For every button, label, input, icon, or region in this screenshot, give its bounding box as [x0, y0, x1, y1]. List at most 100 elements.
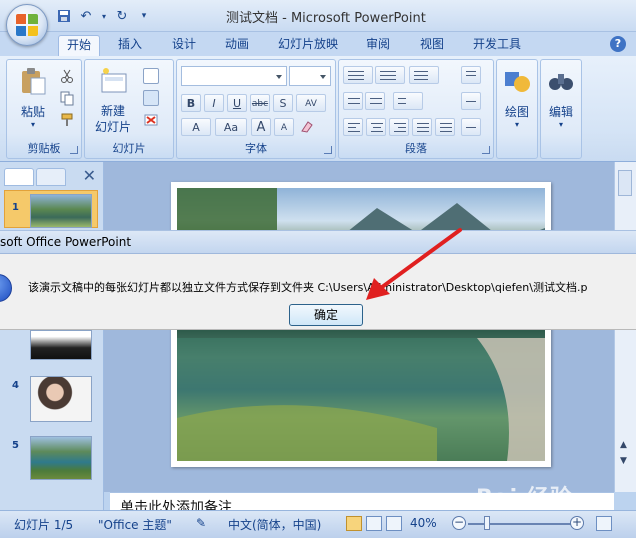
- character-spacing-button[interactable]: AV: [296, 94, 326, 112]
- thumbnail-slide-4[interactable]: [30, 376, 92, 422]
- pane-tabs: ✕: [4, 166, 100, 186]
- ok-button[interactable]: 确定: [289, 304, 363, 326]
- tab-review[interactable]: 审阅: [358, 35, 398, 56]
- reset-icon[interactable]: [143, 90, 159, 106]
- layout-icon[interactable]: [143, 68, 159, 84]
- strikethrough-button[interactable]: abc: [250, 94, 270, 112]
- scroll-thumb[interactable]: [618, 170, 632, 196]
- info-icon: [0, 274, 12, 302]
- previous-slide-icon[interactable]: ▲: [620, 440, 627, 450]
- underline-button[interactable]: U: [227, 94, 247, 112]
- shadow-button[interactable]: S: [273, 94, 293, 112]
- smartart-button[interactable]: [461, 118, 481, 136]
- dialog-title: soft Office PowerPoint: [0, 235, 132, 249]
- customize-icon[interactable]: ▾: [136, 8, 152, 24]
- editing-group: 编辑 ▾: [540, 59, 582, 159]
- editing-button[interactable]: 编辑 ▾: [541, 66, 581, 129]
- drawing-button[interactable]: 绘图 ▾: [497, 66, 537, 129]
- outline-tab[interactable]: [36, 168, 66, 186]
- shapes-icon: [505, 72, 530, 92]
- next-slide-icon[interactable]: ▼: [620, 456, 627, 466]
- paragraph-launcher-icon[interactable]: [482, 146, 490, 154]
- binoculars-icon: [549, 74, 573, 90]
- distribute-button[interactable]: [435, 118, 455, 136]
- paste-label: 粘贴: [20, 105, 45, 119]
- new-slide-button[interactable]: 新建 幻灯片: [89, 66, 137, 135]
- clear-formatting-icon[interactable]: [299, 119, 315, 135]
- save-icon[interactable]: [56, 8, 72, 24]
- bold-button[interactable]: B: [181, 94, 201, 112]
- zoom-out-icon[interactable]: −: [452, 516, 466, 530]
- tab-home[interactable]: 开始: [58, 35, 100, 56]
- line-spacing-button[interactable]: [409, 66, 439, 84]
- undo-icon[interactable]: ↶: [78, 8, 94, 24]
- tab-insert[interactable]: 插入: [110, 35, 150, 56]
- italic-button[interactable]: I: [204, 94, 224, 112]
- align-center-button[interactable]: [366, 118, 386, 136]
- redo-icon[interactable]: ↻: [114, 8, 130, 24]
- tab-view[interactable]: 视图: [412, 35, 452, 56]
- thumbnail-slide-1[interactable]: [30, 194, 92, 228]
- thumbnail-number: 4: [12, 380, 19, 391]
- fit-to-window-icon[interactable]: [596, 516, 612, 531]
- slide-sorter-icon[interactable]: [366, 516, 382, 531]
- font-launcher-icon[interactable]: [324, 146, 332, 154]
- format-painter-icon[interactable]: [59, 112, 75, 128]
- quick-access-toolbar: ↶ ▾ ↻ ▾: [56, 7, 152, 25]
- close-pane-icon[interactable]: ✕: [83, 166, 96, 185]
- tab-design[interactable]: 设计: [164, 35, 204, 56]
- columns-button[interactable]: [393, 92, 423, 110]
- drawing-label: 绘图: [504, 105, 529, 119]
- normal-view-icon[interactable]: [346, 516, 362, 531]
- office-button[interactable]: [6, 4, 48, 46]
- zoom-slider-thumb[interactable]: [484, 516, 490, 530]
- status-bar: 幻灯片 1/5 "Office 主题" ✎ 中文(简体，中国) 40% − +: [0, 510, 636, 538]
- undo-dropdown-icon[interactable]: ▾: [100, 8, 108, 24]
- align-left-button[interactable]: [343, 118, 363, 136]
- slideshow-view-icon[interactable]: [386, 516, 402, 531]
- editing-dropdown-icon: ▾: [558, 120, 563, 129]
- clipboard-launcher-icon[interactable]: [70, 146, 78, 154]
- slides-tab[interactable]: [4, 168, 34, 186]
- thumbnail-slide-5[interactable]: [30, 436, 92, 480]
- cut-icon[interactable]: [59, 68, 75, 84]
- zoom-level[interactable]: 40%: [410, 516, 437, 530]
- editing-label: 编辑: [548, 105, 573, 119]
- bullets-button[interactable]: [343, 66, 373, 84]
- new-slide-icon: [101, 68, 127, 93]
- new-slide-label: 新建 幻灯片: [94, 104, 131, 134]
- drawing-group: 绘图 ▾: [496, 59, 538, 159]
- dialog-title-bar[interactable]: soft Office PowerPoint: [0, 230, 636, 254]
- theme-name[interactable]: "Office 主题": [98, 516, 172, 533]
- numbering-button[interactable]: [375, 66, 405, 84]
- text-direction-button[interactable]: [461, 66, 481, 84]
- tab-developer[interactable]: 开发工具: [466, 35, 528, 56]
- tab-animation[interactable]: 动画: [217, 35, 257, 56]
- align-right-button[interactable]: [389, 118, 409, 136]
- justify-button[interactable]: [412, 118, 432, 136]
- change-case-button[interactable]: Aa: [215, 118, 247, 136]
- message-dialog: 该演示文稿中的每张幻灯片都以独立文件方式保存到文件夹 C:\Users\Admi…: [0, 254, 636, 330]
- delete-slide-icon[interactable]: [143, 112, 159, 128]
- grow-font-button[interactable]: A: [251, 118, 271, 136]
- font-name-combo[interactable]: [181, 66, 287, 86]
- thumbnail-slide-3[interactable]: [30, 330, 92, 360]
- window-title: 测试文档 - Microsoft PowerPoint: [226, 11, 426, 26]
- copy-icon[interactable]: [59, 90, 75, 106]
- help-icon[interactable]: ?: [610, 36, 626, 52]
- ribbon-tabs: 开始 插入 设计 动画 幻灯片放映 审阅 视图 开发工具 ?: [0, 32, 636, 56]
- increase-indent-button[interactable]: [365, 92, 385, 110]
- paste-button[interactable]: 粘贴 ▾: [11, 66, 55, 129]
- thumbnail-number: 1: [12, 202, 19, 213]
- decrease-indent-button[interactable]: [343, 92, 363, 110]
- paragraph-group: 段落: [338, 59, 494, 159]
- align-text-button[interactable]: [461, 92, 481, 110]
- spelling-check-icon[interactable]: ✎: [196, 516, 206, 530]
- tab-slideshow[interactable]: 幻灯片放映: [272, 35, 344, 56]
- font-color-button[interactable]: A: [181, 118, 211, 136]
- language-indicator[interactable]: 中文(简体，中国): [228, 516, 321, 533]
- shrink-font-button[interactable]: A: [274, 118, 294, 136]
- zoom-in-icon[interactable]: +: [570, 516, 584, 530]
- clipboard-group: 粘贴 ▾ 剪贴板: [6, 59, 82, 159]
- font-size-combo[interactable]: [289, 66, 331, 86]
